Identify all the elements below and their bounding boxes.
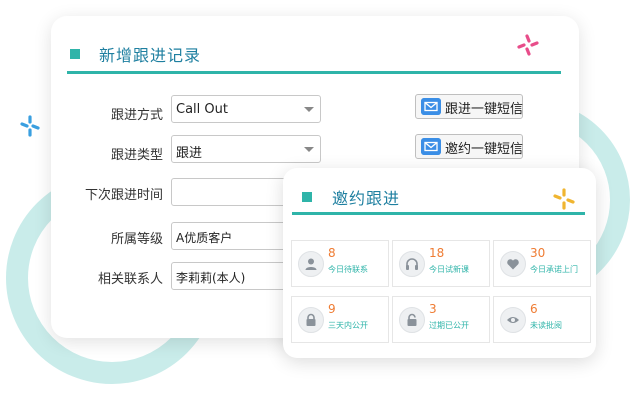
tile-today-trial[interactable]: 18 今日试新课 <box>392 240 490 287</box>
invite-sms-label: 邀约一键短信 <box>445 142 524 157</box>
person-icon <box>298 251 324 277</box>
follow-type-label: 跟进类型 <box>110 148 163 163</box>
tile-unread-review[interactable]: 6 未读批阅 <box>493 296 591 343</box>
card-header: 新增跟进记录 <box>67 38 561 74</box>
tile-public-3days[interactable]: 9 三天内公开 <box>291 296 389 343</box>
sparkle-icon-pink <box>517 34 539 56</box>
tile-count: 6 <box>530 302 538 316</box>
tile-label: 今日待联系 <box>328 265 368 274</box>
tile-count: 8 <box>328 246 336 260</box>
tile-label: 今日承诺上门 <box>530 265 578 274</box>
tile-today-visit[interactable]: 30 今日承诺上门 <box>493 240 591 287</box>
follow-method-select[interactable]: Call Out <box>171 95 321 123</box>
tile-today-contact[interactable]: 8 今日待联系 <box>291 240 389 287</box>
sparkle-icon-yellow <box>553 188 575 210</box>
tile-count: 30 <box>530 246 546 260</box>
heart-icon <box>500 251 526 277</box>
tile-label: 过期已公开 <box>429 321 469 330</box>
level-value: A优质客户 <box>176 231 233 245</box>
chevron-down-icon <box>304 147 314 152</box>
follow-type-select[interactable]: 跟进 <box>171 135 321 163</box>
tile-count: 3 <box>429 302 437 316</box>
invite-followup-card: 邀约跟进 8 今日待联系 18 今日试新课 30 今日承诺上门 9 三天内公开 … <box>283 168 596 358</box>
headphones-icon <box>399 251 425 277</box>
invite-sms-button[interactable]: 邀约一键短信 <box>415 134 523 159</box>
unlock-icon <box>399 307 425 333</box>
next-follow-time-label: 下次跟进时间 <box>84 188 163 203</box>
header-square-icon <box>70 49 80 59</box>
followup-sms-button[interactable]: 跟进一键短信 <box>415 94 523 119</box>
invite-card-title: 邀约跟进 <box>332 189 401 208</box>
invite-card-header: 邀约跟进 <box>292 182 585 215</box>
follow-type-value: 跟进 <box>176 146 203 161</box>
level-label: 所属等级 <box>110 232 163 247</box>
chevron-down-icon <box>304 107 314 112</box>
tile-count: 18 <box>429 246 445 260</box>
tile-expired-public[interactable]: 3 过期已公开 <box>392 296 490 343</box>
tile-label: 今日试新课 <box>429 265 469 274</box>
tile-count: 9 <box>328 302 336 316</box>
eye-icon <box>500 307 526 333</box>
lock-icon <box>298 307 324 333</box>
header-square-icon <box>302 192 312 202</box>
mail-icon <box>421 138 441 155</box>
mail-icon <box>421 98 441 115</box>
tile-label: 未读批阅 <box>530 321 562 330</box>
contact-value: 李莉莉(本人) <box>176 271 246 285</box>
follow-method-value: Call Out <box>176 102 228 117</box>
followup-sms-label: 跟进一键短信 <box>445 102 524 117</box>
card-title: 新增跟进记录 <box>99 46 202 65</box>
contact-field[interactable]: 李莉莉(本人) <box>171 262 301 290</box>
contact-label: 相关联系人 <box>97 272 163 287</box>
tile-label: 三天内公开 <box>328 321 368 330</box>
sparkle-icon-blue <box>20 115 40 137</box>
follow-method-label: 跟进方式 <box>110 108 163 123</box>
next-follow-time-input[interactable] <box>171 178 301 206</box>
level-field[interactable]: A优质客户 <box>171 222 301 250</box>
